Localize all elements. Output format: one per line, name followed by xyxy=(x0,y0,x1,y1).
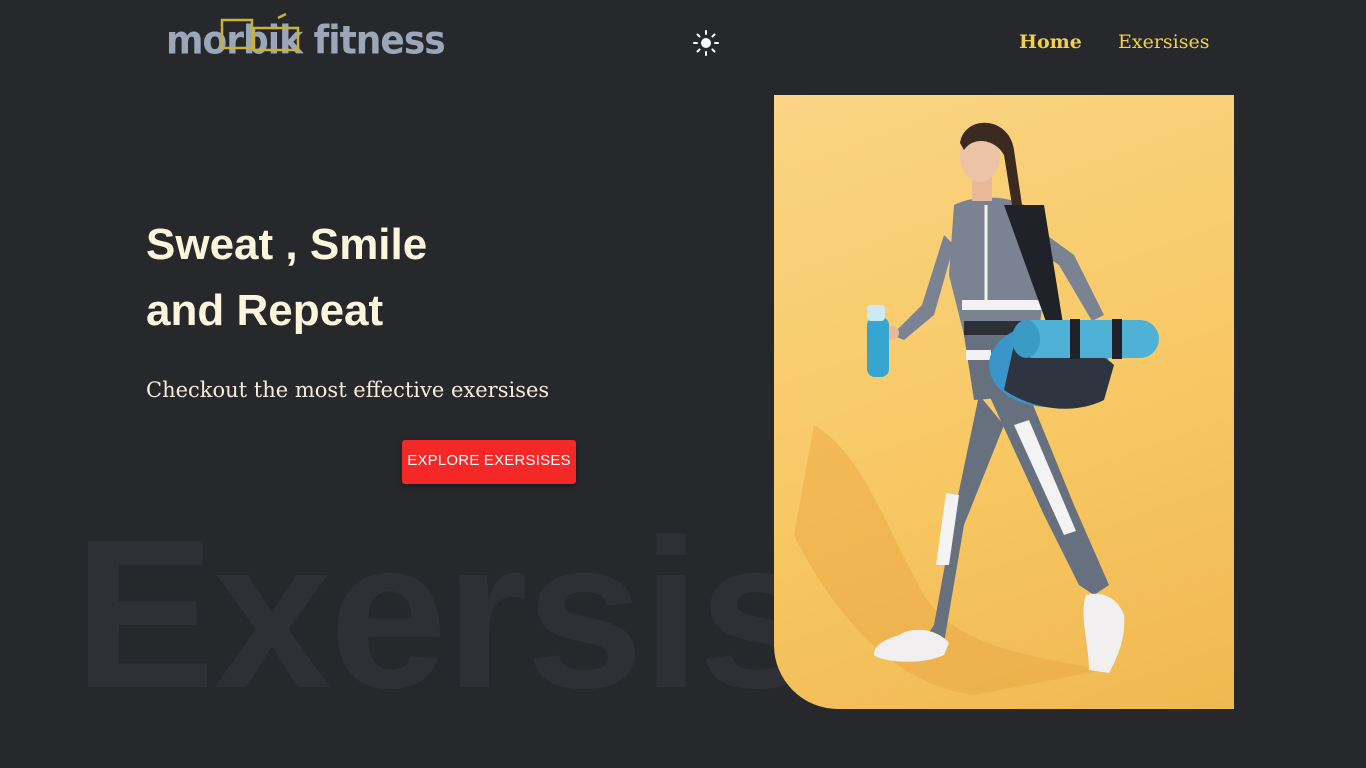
woman-walking-illustration xyxy=(794,122,1159,695)
hero-subtitle: Checkout the most effective exersises xyxy=(146,378,550,402)
page-root: Exersises morbik fitness Home Exersises xyxy=(0,0,1366,768)
explore-exersises-button[interactable]: EXPLORE EXERSISES xyxy=(402,440,576,484)
site-logo[interactable]: morbik fitness xyxy=(164,12,446,68)
hero-title-line-2: and Repeat xyxy=(146,286,384,335)
sun-icon xyxy=(693,30,719,56)
theme-toggle-sun-icon[interactable] xyxy=(690,28,722,60)
hero-title-line-1: Sweat , Smile xyxy=(146,220,428,269)
nav-link-home[interactable]: Home xyxy=(1019,30,1082,54)
hero-image xyxy=(774,95,1234,709)
hero-title: Sweat , Smile and Repeat xyxy=(146,212,427,344)
nav-link-exersises[interactable]: Exersises xyxy=(1118,30,1209,54)
logo-text: morbik fitness xyxy=(166,18,446,64)
